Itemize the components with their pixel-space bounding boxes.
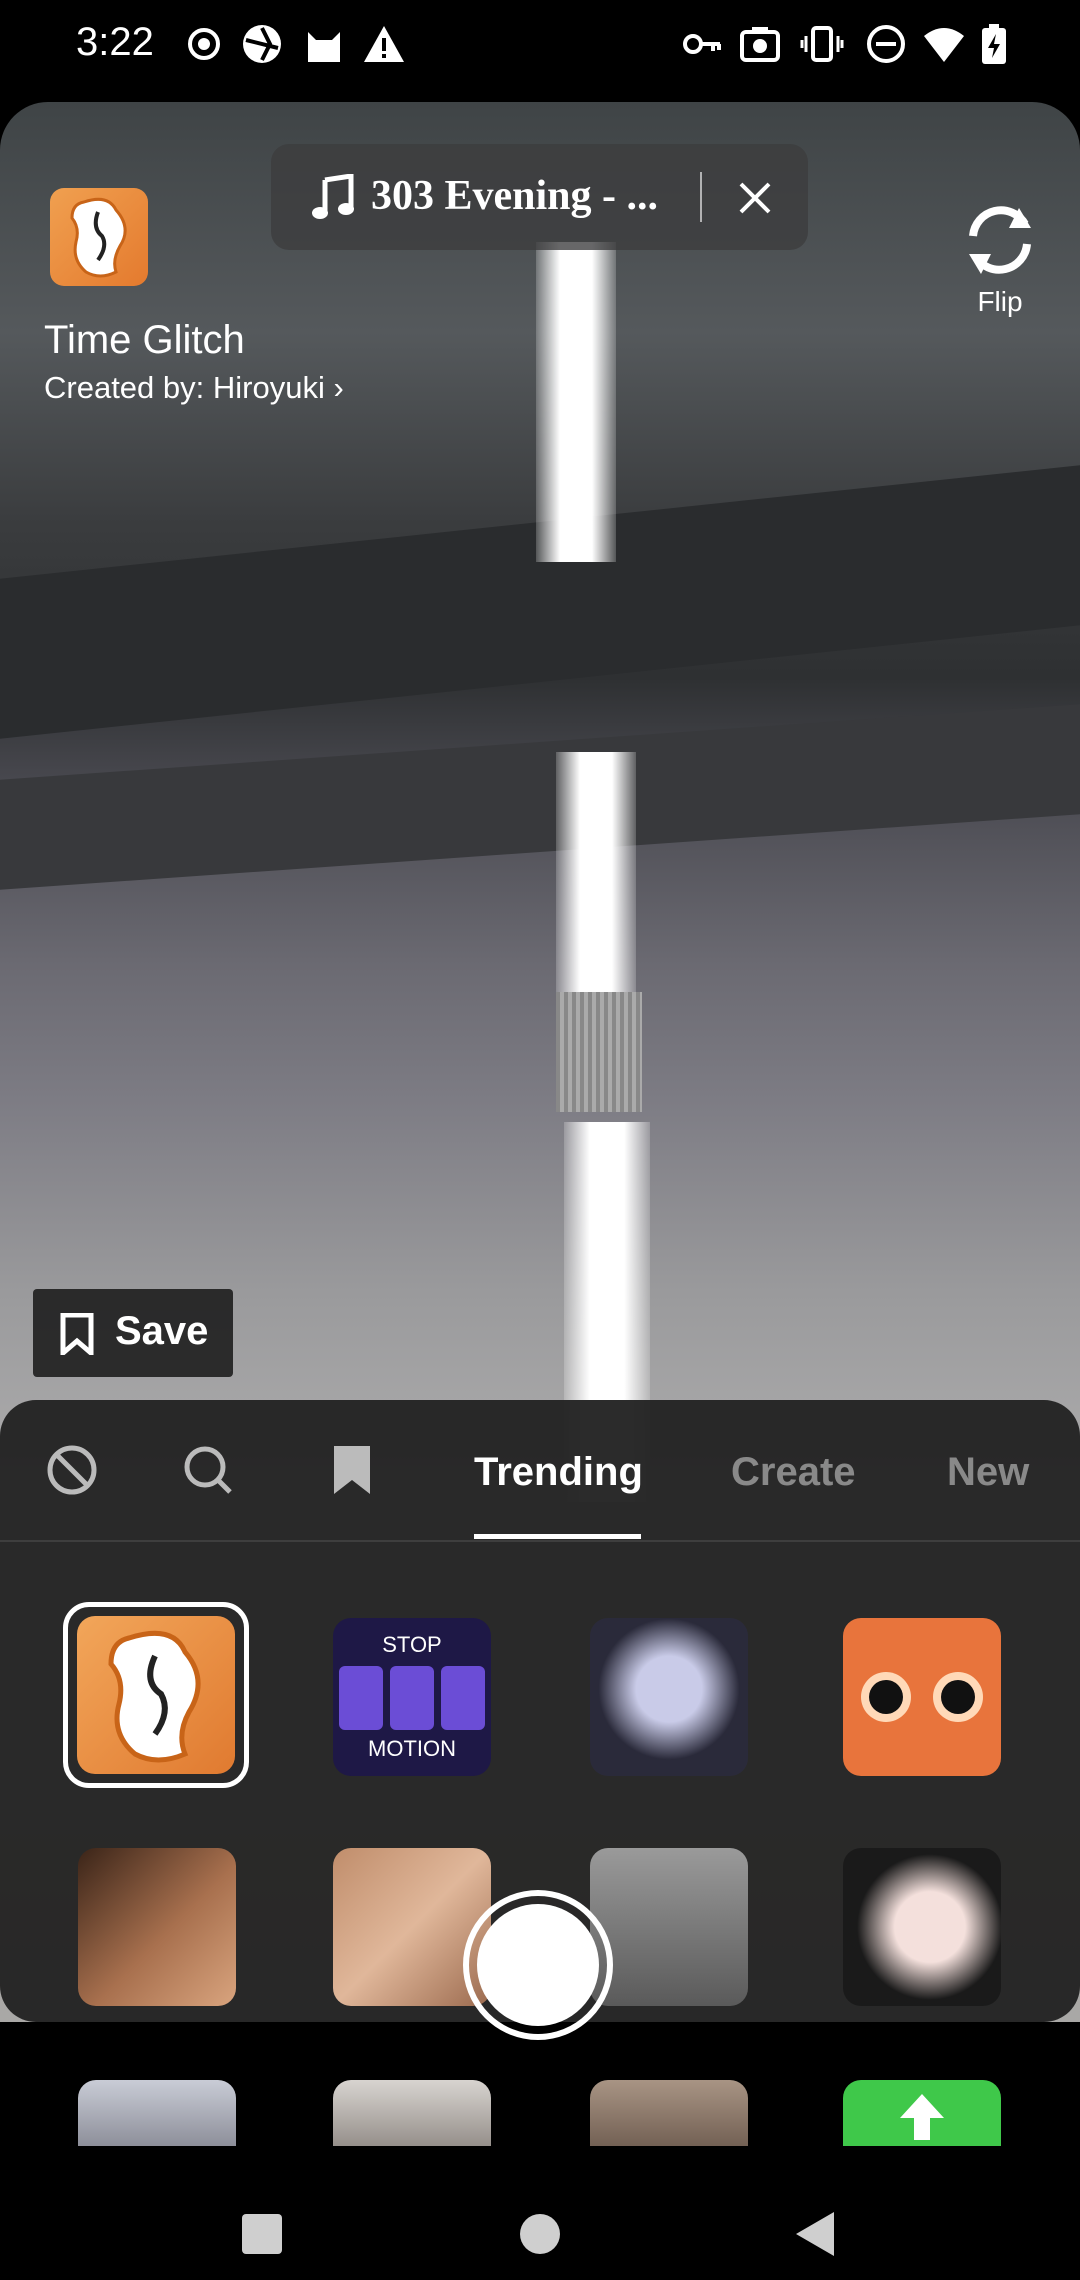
key-icon: [683, 34, 721, 54]
status-time: 3:22: [76, 20, 154, 64]
list-item[interactable]: [333, 2080, 491, 2146]
system-nav-bar: [0, 2160, 1080, 2280]
warning-icon: [364, 26, 404, 62]
effect-item-doll-face[interactable]: [843, 1848, 1001, 2006]
flip-label: Flip: [977, 286, 1023, 317]
music-title: 303 Evening - ...: [371, 173, 659, 219]
music-selector[interactable]: 303 Evening - ...: [271, 144, 808, 250]
effect-thumbnail[interactable]: [50, 188, 148, 286]
back-icon[interactable]: [794, 2210, 836, 2258]
tab-new[interactable]: New: [947, 1450, 1029, 1495]
bookmark-icon: [60, 1313, 94, 1355]
saved-effects-icon[interactable]: [324, 1442, 380, 1498]
effect-creator[interactable]: Created by: Hiroyuki ›: [44, 370, 344, 406]
effect-item-stop-motion[interactable]: STOP MOTION: [333, 1618, 491, 1776]
list-item[interactable]: [78, 2080, 236, 2146]
search-icon[interactable]: [180, 1442, 236, 1498]
camera-shutter-icon: [243, 25, 281, 63]
capture-button-inner: [477, 1904, 599, 2026]
cat-icon: [308, 32, 340, 62]
music-divider: [700, 172, 702, 222]
home-icon[interactable]: [518, 2212, 562, 2256]
effect-item-bw-portrait[interactable]: [590, 1848, 748, 2006]
stop-motion-top-text: STOP: [382, 1632, 442, 1657]
effect-item-cartoon-eyes[interactable]: [843, 1618, 1001, 1776]
capture-button[interactable]: [463, 1890, 613, 2040]
melting-clock-icon: [108, 1630, 201, 1763]
effect-title: Time Glitch: [44, 318, 245, 362]
flip-camera-icon: [969, 206, 1031, 274]
effect-item-anime-face[interactable]: [590, 1618, 748, 1776]
wifi-icon: [924, 28, 964, 62]
save-label: Save: [115, 1309, 209, 1353]
record-icon: [188, 28, 220, 60]
effects-tab-bar: Trending Create New: [0, 1400, 1080, 1542]
screenshot-icon: [740, 27, 780, 62]
status-bar: 3:22: [0, 0, 1080, 96]
tab-trending[interactable]: Trending: [474, 1450, 643, 1495]
tab-create[interactable]: Create: [731, 1450, 856, 1495]
melting-clock-icon: [70, 197, 127, 278]
stop-motion-bottom-text: MOTION: [368, 1736, 456, 1761]
flip-button[interactable]: Flip: [950, 200, 1050, 320]
close-icon[interactable]: [737, 180, 773, 216]
active-tab-indicator: [474, 1534, 641, 1539]
vibrate-icon: [800, 26, 844, 62]
effects-next-row: [0, 2080, 1080, 2146]
no-effect-icon[interactable]: [44, 1442, 100, 1498]
effect-item-time-glitch[interactable]: [63, 1602, 249, 1788]
upload-arrow-icon: [900, 2094, 944, 2140]
list-item[interactable]: [843, 2080, 1001, 2146]
save-button[interactable]: Save: [33, 1289, 233, 1377]
effect-item-glow-skin[interactable]: [78, 1848, 236, 2006]
effect-creator-label: Created by: Hiroyuki: [44, 370, 325, 405]
do-not-disturb-icon: [867, 25, 905, 63]
battery-charging-icon: [982, 24, 1006, 64]
music-note-icon: [312, 174, 354, 219]
chevron-right-icon: ›: [324, 370, 344, 405]
recents-icon[interactable]: [240, 2212, 284, 2256]
list-item[interactable]: [590, 2080, 748, 2146]
time-glitch-thumbnail: [77, 1616, 235, 1774]
